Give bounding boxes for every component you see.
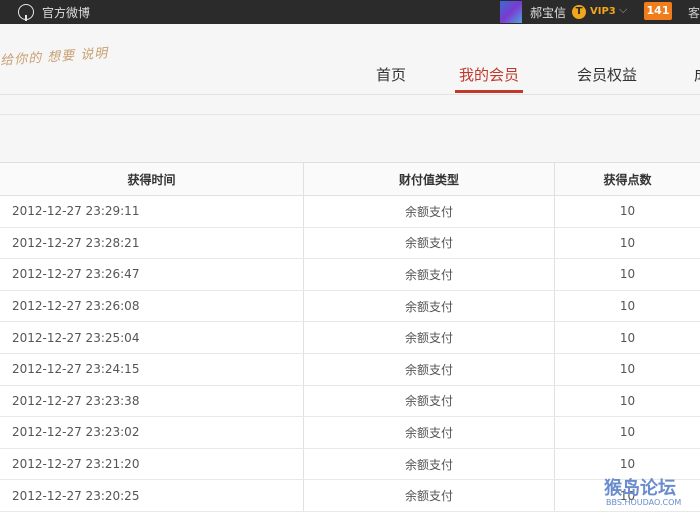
official-weibo-link[interactable]: 官方微博 (42, 4, 90, 21)
vip-level-badge[interactable]: VIP3 (590, 6, 616, 17)
cell-points: 10 (555, 322, 700, 354)
weibo-logo-icon[interactable] (18, 4, 34, 20)
table-row: 2012-12-27 23:25:04 余额支付 10 (0, 322, 700, 354)
divider (0, 114, 700, 115)
cell-time: 2012-12-27 23:23:02 (0, 417, 304, 449)
page-header: 给你的 想要 说明 首页 我的会员 会员权益 成 (0, 24, 700, 95)
topbar-overflow-link[interactable]: 客 (688, 4, 700, 21)
cell-type: 余额支付 (304, 227, 555, 259)
table-header-row: 获得时间 财付值类型 获得点数 (0, 163, 700, 196)
table-row: 2012-12-27 23:26:47 余额支付 10 (0, 259, 700, 291)
table-row: 2012-12-27 23:26:08 余额支付 10 (0, 290, 700, 322)
cell-points: 10 (555, 417, 700, 449)
cell-time: 2012-12-27 23:21:20 (0, 448, 304, 480)
table-row: 2012-12-27 23:23:38 余额支付 10 (0, 385, 700, 417)
table-row: 2012-12-27 23:20:25 余额支付 10 (0, 480, 700, 512)
table-row: 2012-12-27 23:24:15 余额支付 10 (0, 353, 700, 385)
cell-time: 2012-12-27 23:25:04 (0, 322, 304, 354)
cell-type: 余额支付 (304, 353, 555, 385)
username-link[interactable]: 郝宝信 (530, 4, 566, 21)
nav-home[interactable]: 首页 (376, 64, 406, 85)
nav-my-membership[interactable]: 我的会员 (459, 64, 519, 85)
avatar[interactable] (500, 1, 522, 23)
table-row: 2012-12-27 23:21:20 余额支付 10 (0, 448, 700, 480)
cell-points: 10 (555, 227, 700, 259)
cell-type: 余额支付 (304, 290, 555, 322)
nav-more[interactable]: 成 (694, 64, 700, 85)
cell-points: 10 (555, 196, 700, 228)
column-header-type: 财付值类型 (304, 163, 555, 196)
cell-points: 10 (555, 353, 700, 385)
column-header-time: 获得时间 (0, 163, 304, 196)
cell-time: 2012-12-27 23:26:47 (0, 259, 304, 291)
active-tab-indicator (455, 90, 523, 93)
cell-type: 余额支付 (304, 417, 555, 449)
chevron-down-icon[interactable]: ⌵ (619, 3, 627, 17)
cell-type: 余额支付 (304, 259, 555, 291)
cell-type: 余额支付 (304, 448, 555, 480)
watermark-url: BBS.HOUDAO.COM (606, 498, 681, 507)
cell-type: 余额支付 (304, 322, 555, 354)
table-row: 2012-12-27 23:28:21 余额支付 10 (0, 227, 700, 259)
cell-type: 余额支付 (304, 385, 555, 417)
cell-time: 2012-12-27 23:28:21 (0, 227, 304, 259)
cell-points: 10 (555, 385, 700, 417)
slogan: 给你的 想要 说明 (0, 42, 109, 69)
column-header-points: 获得点数 (555, 163, 700, 196)
table-row: 2012-12-27 23:23:02 余额支付 10 (0, 417, 700, 449)
cell-type: 余额支付 (304, 480, 555, 512)
vip-icon: T (572, 5, 586, 19)
cell-points: 10 (555, 290, 700, 322)
cell-time: 2012-12-27 23:24:15 (0, 353, 304, 385)
notification-count-badge[interactable]: 141 (644, 2, 672, 20)
cell-points: 10 (555, 259, 700, 291)
watermark-title: 猴岛论坛 (604, 474, 676, 500)
cell-time: 2012-12-27 23:20:25 (0, 480, 304, 512)
cell-time: 2012-12-27 23:26:08 (0, 290, 304, 322)
cell-type: 余额支付 (304, 196, 555, 228)
top-bar: 官方微博 郝宝信 T VIP3 ⌵ 141 客 (0, 0, 700, 24)
nav-member-benefits[interactable]: 会员权益 (577, 64, 637, 85)
table-row: 2012-12-27 23:29:11 余额支付 10 (0, 196, 700, 228)
cell-time: 2012-12-27 23:23:38 (0, 385, 304, 417)
cell-time: 2012-12-27 23:29:11 (0, 196, 304, 228)
points-table: 获得时间 财付值类型 获得点数 2012-12-27 23:29:11 余额支付… (0, 162, 700, 512)
